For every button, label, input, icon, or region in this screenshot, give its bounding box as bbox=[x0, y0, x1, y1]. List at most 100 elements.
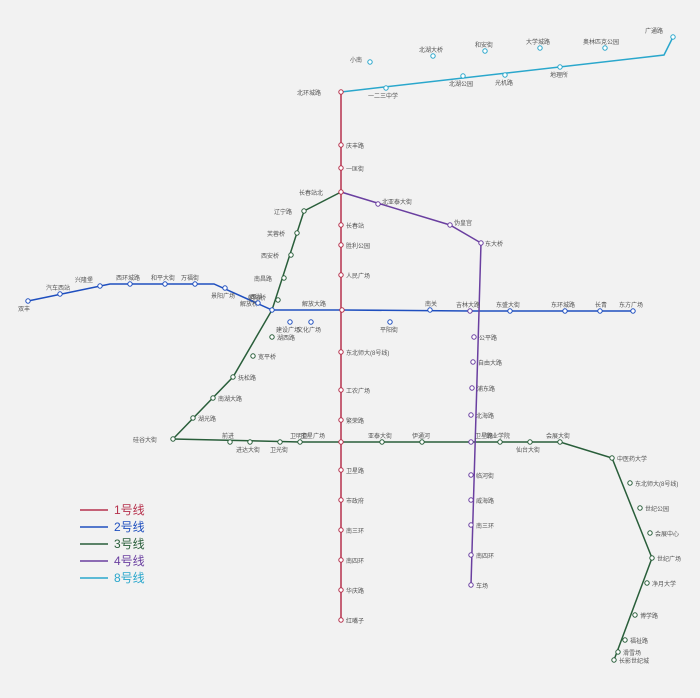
legend-label: 4号线 bbox=[114, 554, 145, 568]
station-dot[interactable] bbox=[471, 360, 475, 364]
station-dot[interactable] bbox=[610, 456, 614, 460]
station-dot[interactable] bbox=[339, 190, 343, 194]
station-dot[interactable] bbox=[278, 440, 282, 444]
station-label: 人民广场 bbox=[346, 272, 370, 280]
station-dot[interactable] bbox=[339, 468, 343, 472]
station-dot[interactable] bbox=[431, 54, 435, 58]
station-dot[interactable] bbox=[479, 241, 483, 245]
station-dot[interactable] bbox=[231, 375, 235, 379]
station-dot[interactable] bbox=[671, 35, 675, 39]
station-dot[interactable] bbox=[339, 243, 343, 247]
station-dot[interactable] bbox=[339, 558, 343, 562]
station-dot[interactable] bbox=[339, 223, 343, 227]
station-dot[interactable] bbox=[251, 354, 255, 358]
station-dot[interactable] bbox=[58, 292, 62, 296]
station-label: 北亚泰大街 bbox=[382, 198, 412, 206]
station-dot[interactable] bbox=[223, 286, 227, 290]
station-dot[interactable] bbox=[256, 301, 260, 305]
station-dot[interactable] bbox=[648, 531, 652, 535]
station-label: 双丰 bbox=[18, 305, 30, 313]
station-dot[interactable] bbox=[623, 638, 627, 642]
station-dot[interactable] bbox=[428, 308, 432, 312]
station-dot[interactable] bbox=[298, 440, 302, 444]
station-dot[interactable] bbox=[270, 335, 274, 339]
station-dot[interactable] bbox=[470, 386, 474, 390]
station-label: 南三环 bbox=[346, 527, 364, 535]
station-dot[interactable] bbox=[558, 65, 562, 69]
station-dot[interactable] bbox=[288, 320, 292, 324]
station-dot[interactable] bbox=[483, 49, 487, 53]
station-dot[interactable] bbox=[339, 273, 343, 277]
station-dot[interactable] bbox=[469, 583, 473, 587]
station-dot[interactable] bbox=[270, 308, 274, 312]
station-dot[interactable] bbox=[339, 418, 343, 422]
station-dot[interactable] bbox=[563, 309, 567, 313]
station-dot[interactable] bbox=[498, 440, 502, 444]
station-dot[interactable] bbox=[472, 335, 476, 339]
station-dot[interactable] bbox=[469, 498, 473, 502]
station-dot[interactable] bbox=[191, 416, 195, 420]
station-dot[interactable] bbox=[295, 231, 299, 235]
station-dot[interactable] bbox=[171, 437, 175, 441]
station-dot[interactable] bbox=[461, 74, 465, 78]
station-dot[interactable] bbox=[339, 388, 343, 392]
station-dot[interactable] bbox=[388, 320, 392, 324]
station-dot[interactable] bbox=[282, 276, 286, 280]
station-dot[interactable] bbox=[339, 440, 343, 444]
station-dot[interactable] bbox=[98, 284, 102, 288]
station-dot[interactable] bbox=[276, 298, 280, 302]
station-dot[interactable] bbox=[603, 46, 607, 50]
station-dot[interactable] bbox=[628, 481, 632, 485]
station-dot[interactable] bbox=[538, 46, 542, 50]
station-dot[interactable] bbox=[340, 308, 344, 312]
station-dot[interactable] bbox=[289, 253, 293, 257]
station-label: 西环城路 bbox=[116, 274, 140, 282]
station-dot[interactable] bbox=[448, 223, 452, 227]
station-dot[interactable] bbox=[616, 650, 620, 654]
station-dot[interactable] bbox=[469, 413, 473, 417]
station-dot[interactable] bbox=[163, 282, 167, 286]
station-dot[interactable] bbox=[211, 396, 215, 400]
station-dot[interactable] bbox=[598, 309, 602, 313]
station-dot[interactable] bbox=[339, 90, 343, 94]
station-dot[interactable] bbox=[650, 556, 654, 560]
station-dot[interactable] bbox=[420, 440, 424, 444]
station-dot[interactable] bbox=[26, 299, 30, 303]
station-dot[interactable] bbox=[368, 60, 372, 64]
station-dot[interactable] bbox=[380, 440, 384, 444]
station-dot[interactable] bbox=[339, 143, 343, 147]
station-label: 红嘴子 bbox=[346, 617, 364, 625]
station-dot[interactable] bbox=[302, 209, 306, 213]
station-dot[interactable] bbox=[645, 581, 649, 585]
station-dot[interactable] bbox=[339, 618, 343, 622]
station-dot[interactable] bbox=[631, 309, 635, 313]
station-dot[interactable] bbox=[528, 440, 532, 444]
station-dot[interactable] bbox=[339, 588, 343, 592]
station-label: 东盛大街 bbox=[496, 301, 520, 309]
station-dot[interactable] bbox=[128, 282, 132, 286]
station-dot[interactable] bbox=[469, 473, 473, 477]
station-dot[interactable] bbox=[376, 202, 380, 206]
station-dot[interactable] bbox=[248, 440, 252, 444]
station-dot[interactable] bbox=[339, 498, 343, 502]
station-dot[interactable] bbox=[339, 528, 343, 532]
station-label: 世纪公园 bbox=[645, 505, 669, 513]
station-dot[interactable] bbox=[309, 320, 313, 324]
station-dot[interactable] bbox=[339, 350, 343, 354]
station-dot[interactable] bbox=[469, 523, 473, 527]
station-dot[interactable] bbox=[612, 658, 616, 662]
station-dot[interactable] bbox=[558, 440, 562, 444]
station-dot[interactable] bbox=[469, 553, 473, 557]
station-dot[interactable] bbox=[638, 506, 642, 510]
legend-label: 2号线 bbox=[114, 520, 145, 534]
station-label: 卫明街 bbox=[290, 432, 308, 440]
station-dot[interactable] bbox=[384, 86, 388, 90]
station-dot[interactable] bbox=[469, 440, 473, 444]
station-dot[interactable] bbox=[508, 309, 512, 313]
station-dot[interactable] bbox=[468, 309, 472, 313]
station-dot[interactable] bbox=[633, 613, 637, 617]
station-dot[interactable] bbox=[339, 166, 343, 170]
station-dot[interactable] bbox=[193, 282, 197, 286]
station-dot[interactable] bbox=[228, 440, 232, 444]
station-dot[interactable] bbox=[503, 73, 507, 77]
